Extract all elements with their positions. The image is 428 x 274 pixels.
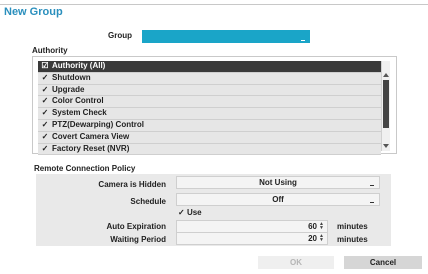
camera-hidden-label: Camera is Hidden: [98, 180, 166, 189]
top-divider: [0, 4, 428, 5]
check-icon: ✓: [178, 208, 185, 217]
cancel-button[interactable]: Cancel: [344, 256, 422, 269]
check-icon[interactable]: ✓: [41, 96, 49, 107]
remote-policy-section-label: Remote Connection Policy: [34, 164, 136, 173]
authority-item-label: Shutdown: [52, 72, 91, 82]
authority-item-label: Upgrade: [52, 84, 85, 94]
use-checkbox[interactable]: ✓ Use: [178, 208, 202, 217]
authority-item-label: Factory Reset (NVR): [52, 143, 130, 153]
schedule-select[interactable]: Off: [176, 193, 380, 206]
check-icon[interactable]: ✓: [41, 108, 49, 119]
authority-list: ☑ Authority (All) ✓ Shutdown ✓ Upgrade ✓ Color …: [38, 61, 381, 156]
authority-item[interactable]: ✓ System Check: [38, 108, 381, 120]
authority-item[interactable]: ✓ Factory Reset (NVR): [38, 143, 381, 156]
scroll-thumb[interactable]: [383, 80, 389, 128]
check-icon[interactable]: ✓: [41, 120, 49, 131]
use-label: Use: [186, 208, 202, 217]
authority-item-label: PTZ(Dewarping) Control: [52, 119, 144, 129]
auto-expiration-unit: minutes: [337, 222, 368, 231]
camera-hidden-value: Not Using: [259, 178, 297, 187]
authority-item-label: Color Control: [52, 96, 104, 106]
camera-hidden-select[interactable]: Not Using: [176, 176, 380, 189]
schedule-label: Schedule: [130, 197, 166, 206]
keyboard-icon: [301, 40, 305, 41]
dropdown-icon: [370, 202, 374, 203]
authority-item[interactable]: ✓ Upgrade: [38, 84, 381, 97]
schedule-value: Off: [272, 195, 284, 204]
spinner-arrows-icon[interactable]: ▲ ▼: [319, 234, 324, 243]
authority-item[interactable]: ✓ PTZ(Dewarping) Control: [38, 119, 381, 132]
authority-item-label: Authority (All): [52, 61, 106, 70]
scroll-down-icon[interactable]: [383, 144, 389, 148]
waiting-period-value: 20: [308, 234, 317, 243]
check-icon[interactable]: ✓: [41, 85, 49, 96]
authority-item[interactable]: ✓ Color Control: [38, 96, 381, 109]
check-icon[interactable]: ✓: [41, 73, 49, 84]
ok-button[interactable]: OK: [258, 256, 334, 269]
spinner-arrows-icon[interactable]: ▲ ▼: [319, 222, 324, 231]
dialog-title: New Group: [4, 6, 63, 18]
check-icon[interactable]: ✓: [41, 144, 49, 155]
authority-item[interactable]: ✓ Shutdown: [38, 72, 381, 85]
authority-list-box: ☑ Authority (All) ✓ Shutdown ✓ Upgrade ✓ Color …: [32, 56, 397, 156]
group-label: Group: [108, 31, 132, 40]
auto-expiration-label: Auto Expiration: [106, 222, 166, 231]
group-name-input[interactable]: [142, 30, 310, 43]
scroll-up-icon[interactable]: [383, 73, 389, 77]
waiting-period-spinner[interactable]: 20 ▲ ▼: [176, 232, 328, 245]
dropdown-icon: [370, 185, 374, 186]
authority-item[interactable]: ☑ Authority (All): [38, 61, 381, 73]
check-icon[interactable]: ✓: [41, 132, 49, 143]
waiting-period-label: Waiting Period: [110, 235, 166, 244]
waiting-period-unit: minutes: [337, 235, 368, 244]
checked-box-icon[interactable]: ☑: [41, 61, 49, 72]
authority-section-label: Authority: [32, 46, 68, 55]
authority-scrollbar[interactable]: [381, 61, 390, 151]
authority-item-label: System Check: [52, 108, 107, 118]
auto-expiration-value: 60: [308, 222, 317, 231]
authority-item[interactable]: ✓ Covert Camera View: [38, 131, 381, 144]
authority-item-label: Covert Camera View: [52, 131, 130, 141]
